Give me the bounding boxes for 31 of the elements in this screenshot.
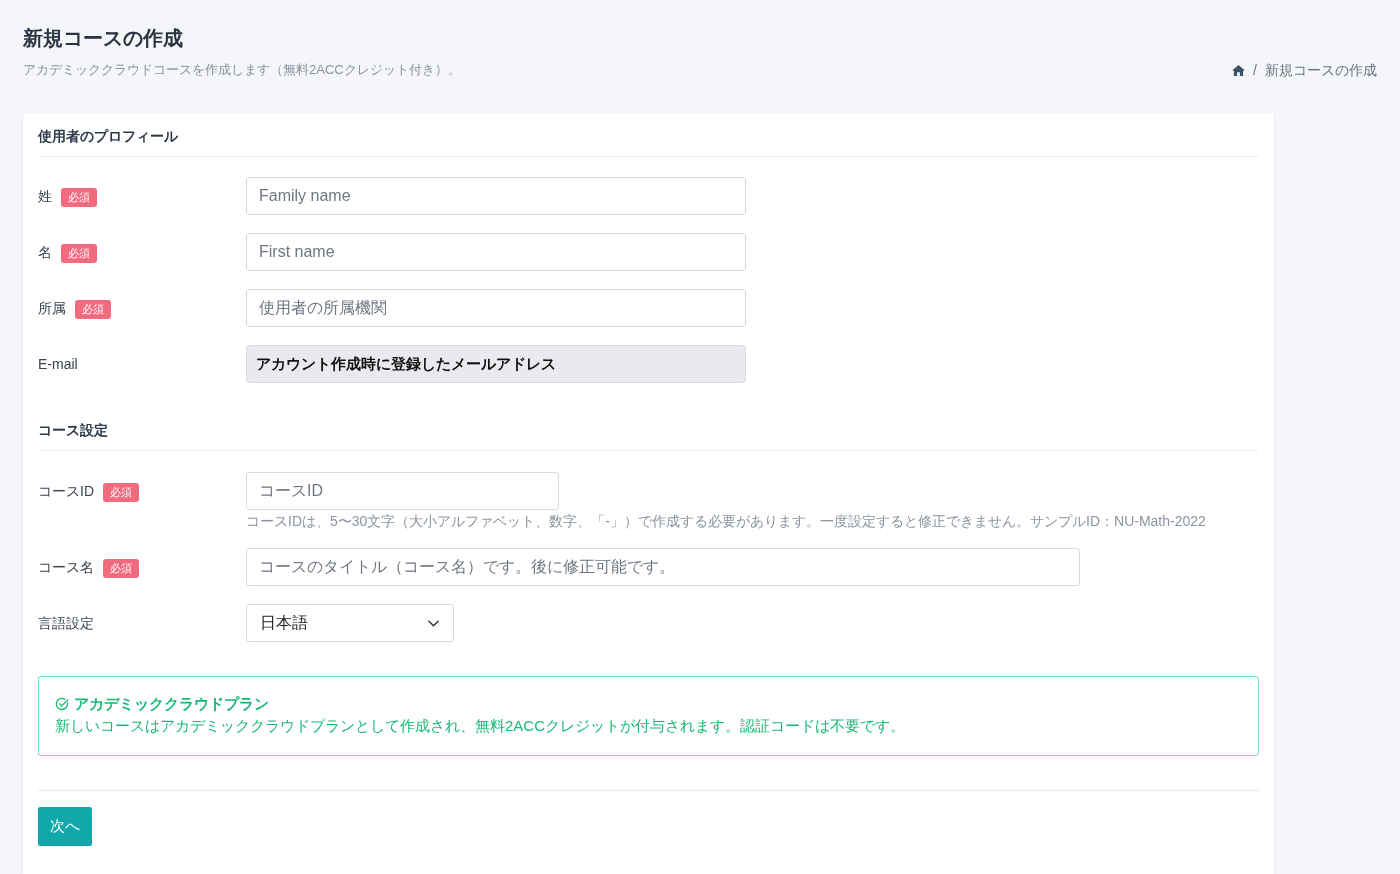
field-label: E-mail <box>38 355 78 374</box>
chevron-down-icon <box>428 619 439 627</box>
text-input[interactable]: First name <box>246 233 746 271</box>
page-title: 新規コースの作成 <box>23 26 183 51</box>
home-icon[interactable] <box>1232 64 1246 76</box>
text-input[interactable]: Family name <box>246 177 746 215</box>
required-badge: 必須 <box>103 483 139 502</box>
text-input[interactable]: 使用者の所属機関 <box>246 289 746 327</box>
notice-text: 新しいコースはアカデミッククラウドプランとして作成され、無料2ACCクレジットが付与されます。認証コードは不要です。 <box>55 716 906 736</box>
text-input[interactable]: コースのタイトル（コース名）です。後に修正可能です。 <box>246 548 1080 586</box>
language-select[interactable]: 日本語 <box>246 604 454 642</box>
field-label: コース名 <box>38 558 94 577</box>
text-input[interactable]: コースID <box>246 472 559 510</box>
help-text: コースIDは、5〜30文字（大小アルファベット、数字、「-」）で作成する必要があります。一度設定すると修正できません。サンプルID：NU-Math-2022 <box>246 512 1206 530</box>
field-label: 所属 <box>38 299 66 318</box>
breadcrumb-separator: / <box>1253 61 1257 80</box>
field-label: 名 <box>38 243 52 262</box>
page-subtitle: アカデミッククラウドコースを作成します（無料2ACCクレジット付き）。 <box>23 61 461 79</box>
required-badge: 必須 <box>61 244 97 263</box>
field-label: コースID <box>38 482 94 501</box>
breadcrumb-current: 新規コースの作成 <box>1265 61 1377 80</box>
email-field[interactable]: アカウント作成時に登録したメールアドレス <box>246 345 746 383</box>
field-label: 姓 <box>38 187 52 206</box>
required-badge: 必須 <box>61 188 97 207</box>
field-label: 言語設定 <box>38 614 94 633</box>
check-circle-icon <box>55 697 69 711</box>
required-badge: 必須 <box>103 559 139 578</box>
required-badge: 必須 <box>75 300 111 319</box>
section-heading: コース設定 <box>38 420 1259 451</box>
notice-title: アカデミッククラウドプラン <box>74 694 269 714</box>
section-heading: 使用者のプロフィール <box>38 126 1259 157</box>
